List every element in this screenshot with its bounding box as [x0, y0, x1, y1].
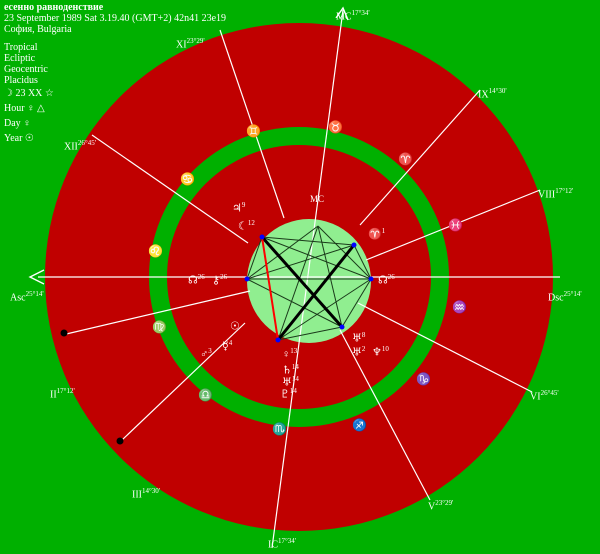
house-iii-label: III14°30' [132, 487, 161, 501]
dsc-label: Dsc25°14' [548, 290, 582, 304]
day-ruler: Day ♀ [4, 118, 31, 129]
pisces-icon: ♓ [448, 218, 463, 232]
planet-pluto: ♇14 [280, 387, 297, 401]
taurus-icon: ♉ [328, 120, 343, 134]
natal-chart-wheel [28, 6, 560, 549]
chart-datetime: 23 September 1989 Sat 3.19.40 (GMT+2) 42… [4, 13, 227, 24]
planet-mars: ♂3 [200, 347, 212, 361]
setting-zodiac: Tropical [4, 42, 38, 53]
setting-houses: Placidus [4, 75, 38, 86]
setting-coords: Ecliptic [4, 53, 36, 64]
setting-center: Geocentric [4, 64, 48, 75]
mc-inner-label: MC [310, 194, 325, 204]
planet-venus: ♀13 [282, 347, 298, 361]
mc-label: MC17°34' [336, 9, 370, 23]
planet-neptune: ♆10 [372, 345, 389, 359]
year-ruler: Year ☉ [4, 133, 34, 144]
cusp-dot-iii [116, 437, 124, 445]
leo-icon: ♌ [148, 244, 163, 258]
house-xi-label: XI23°29' [176, 37, 205, 51]
cancer-icon: ♋ [180, 172, 195, 186]
house-ii-label: II17°12' [50, 387, 75, 401]
house-xii-label: XII26°45' [64, 139, 96, 153]
gemini-icon: ♊ [246, 124, 261, 138]
planet-jupiter: ♃9 [232, 201, 246, 215]
asc-label: Asc25°14' [10, 290, 44, 304]
house-vi-label: VI26°45' [530, 389, 559, 403]
planet-chiron: ⚷26 [212, 273, 228, 287]
virgo-icon: ♍ [152, 320, 167, 334]
ic-label: IC17°34' [268, 537, 297, 551]
planet-sun: ☉ [230, 320, 240, 333]
house-v-label: V23°29' [428, 499, 454, 513]
house-ix-label: IX14°30' [478, 87, 507, 101]
planet-mercury: ☿4 [222, 339, 233, 353]
aries-icon: ♈ [398, 152, 413, 166]
libra-icon: ♎ [198, 388, 213, 402]
scorpio-icon: ♏ [272, 422, 287, 436]
house-viii-label: VIII17°12' [538, 187, 574, 201]
planet-uranus-3: ♅2 [352, 345, 366, 359]
moon-phase: ☽ 23 XX ☆ [4, 88, 54, 99]
chart-place: София, Bulgaria [4, 24, 72, 35]
sagittarius-icon: ♐ [352, 418, 367, 432]
planet-uranus-2: ♅8 [352, 331, 366, 345]
capricorn-icon: ♑ [416, 372, 431, 386]
planet-aries-point: ♈1 [368, 227, 386, 241]
planet-node-1: ☊26 [188, 273, 205, 287]
aquarius-icon: ♒ [452, 300, 467, 314]
astrology-chart-window: есенно равноденствие 23 September 1989 S… [0, 0, 600, 554]
hour-ruler: Hour ♀ △ [4, 103, 45, 114]
cusp-dot-ii [60, 329, 68, 337]
planet-moon: ☾12 [238, 219, 255, 233]
chart-title: есенно равноденствие [4, 2, 104, 13]
planet-node-2: ☊26 [378, 273, 395, 287]
